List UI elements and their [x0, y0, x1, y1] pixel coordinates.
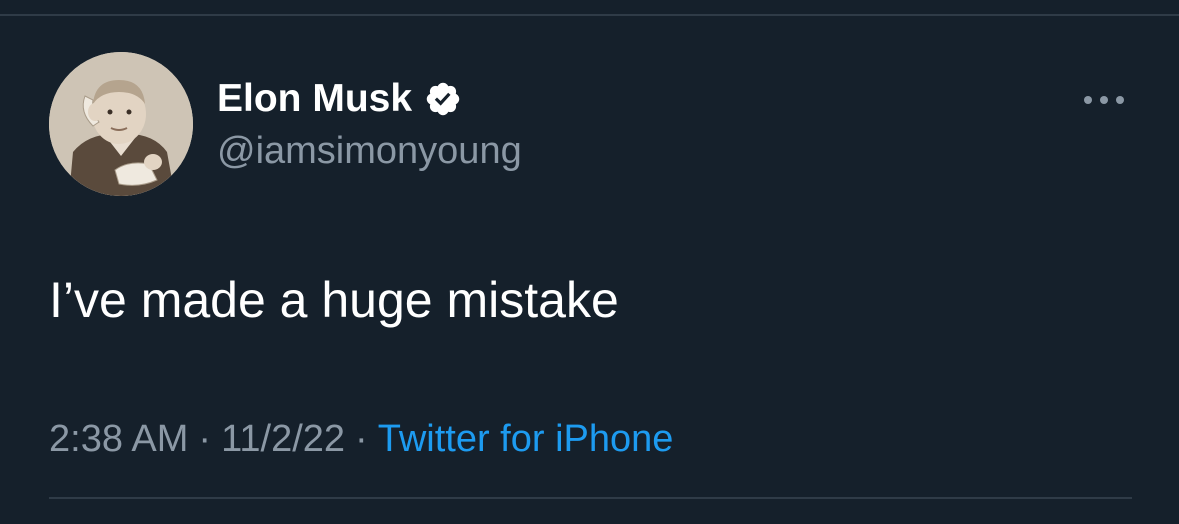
more-options-icon[interactable] [1080, 88, 1128, 112]
meta-separator: · [198, 418, 212, 460]
tweet-time[interactable]: 2:38 AM [49, 418, 188, 460]
bottom-divider [49, 497, 1132, 499]
verified-badge-icon [426, 82, 460, 116]
tweet-metadata: 2:38 AM · 11/2/22 · Twitter for iPhone [49, 415, 673, 463]
meta-separator: · [355, 418, 368, 460]
display-name[interactable]: Elon Musk [217, 74, 412, 124]
tweet-text: I’ve made a huge mistake [49, 272, 619, 328]
tweet-date[interactable]: 11/2/22 [221, 418, 345, 460]
author-name-row: Elon Musk [217, 74, 462, 124]
author-handle[interactable]: @iamsimonyoung [217, 128, 522, 174]
tweet: Elon Musk @iamsimonyoung I’ve made a hug… [0, 0, 1179, 524]
tweet-source-link[interactable]: Twitter for iPhone [378, 418, 674, 460]
avatar[interactable] [49, 52, 193, 196]
avatar-photo [49, 52, 193, 196]
